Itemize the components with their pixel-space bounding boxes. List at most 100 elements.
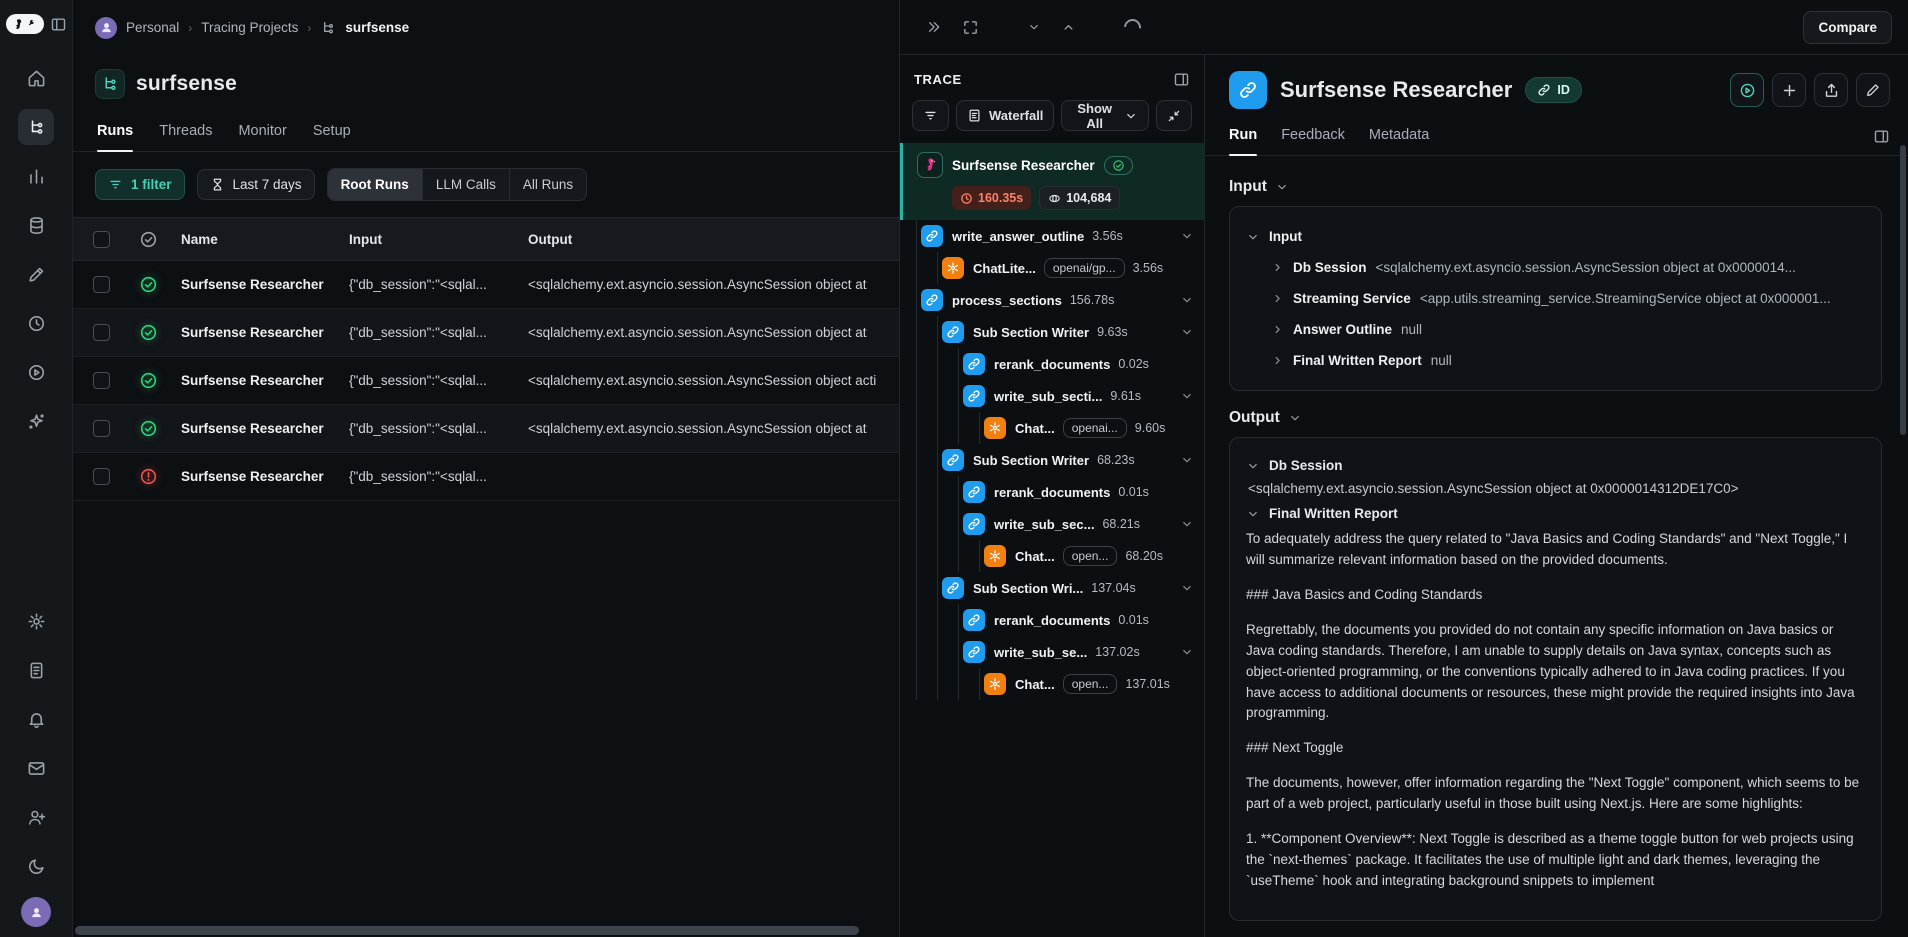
run-row[interactable]: Surfsense Researcher{"db_session":"<sqla… bbox=[73, 309, 899, 357]
copy-run-id-button[interactable]: ID bbox=[1525, 77, 1582, 103]
trace-node[interactable]: write_sub_secti...9.61s bbox=[900, 380, 1204, 412]
segment-root-runs[interactable]: Root Runs bbox=[328, 169, 423, 200]
vertical-scrollbar[interactable] bbox=[1900, 145, 1906, 435]
input-root-row[interactable]: Input bbox=[1246, 221, 1865, 252]
segment-llm-calls[interactable]: LLM Calls bbox=[423, 169, 510, 200]
trace-node[interactable]: rerank_documents0.01s bbox=[900, 604, 1204, 636]
split-panel-icon[interactable] bbox=[1873, 128, 1890, 155]
row-checkbox[interactable] bbox=[93, 468, 110, 485]
row-checkbox[interactable] bbox=[93, 372, 110, 389]
date-range-button[interactable]: Last 7 days bbox=[197, 169, 315, 200]
chain-node-icon bbox=[942, 577, 964, 599]
prev-run-icon[interactable] bbox=[1061, 20, 1076, 35]
trace-node[interactable]: write_sub_se...137.02s bbox=[900, 636, 1204, 668]
rail-playground-icon[interactable] bbox=[18, 354, 54, 390]
trace-node[interactable]: Sub Section Writer9.63s bbox=[900, 316, 1204, 348]
add-to-dataset-button[interactable] bbox=[1772, 73, 1806, 107]
user-avatar[interactable] bbox=[21, 897, 51, 927]
trace-node[interactable]: ChatLite...openai/gp...3.56s bbox=[900, 252, 1204, 284]
input-kv-row[interactable]: Final Written Reportnull bbox=[1246, 345, 1865, 376]
tab-setup[interactable]: Setup bbox=[313, 123, 351, 151]
tab-runs[interactable]: Runs bbox=[97, 123, 133, 151]
trace-node[interactable]: process_sections156.78s bbox=[900, 284, 1204, 316]
trace-node[interactable]: write_sub_sec...68.21s bbox=[900, 508, 1204, 540]
trace-filter-button[interactable] bbox=[912, 100, 949, 131]
details-tab-feedback[interactable]: Feedback bbox=[1281, 127, 1345, 155]
output-section-toggle[interactable]: Output bbox=[1229, 409, 1882, 427]
trace-root-node[interactable]: Surfsense Researcher 160.35s 104,684 bbox=[900, 143, 1204, 220]
chevron-down-icon[interactable] bbox=[1180, 229, 1194, 243]
org-avatar[interactable] bbox=[95, 17, 117, 39]
chevron-down-icon[interactable] bbox=[1180, 517, 1194, 531]
tree-guide bbox=[916, 636, 921, 668]
rail-tracing-projects-icon[interactable] bbox=[18, 109, 54, 145]
chevron-down-icon[interactable] bbox=[1180, 325, 1194, 339]
horizontal-scrollbar[interactable] bbox=[75, 926, 859, 935]
details-tab-run[interactable]: Run bbox=[1229, 127, 1257, 155]
annotate-button[interactable] bbox=[1856, 73, 1890, 107]
rail-notifications-icon[interactable] bbox=[18, 701, 54, 737]
rail-dashboards-icon[interactable] bbox=[18, 158, 54, 194]
rail-dark-mode-icon[interactable] bbox=[18, 848, 54, 884]
rail-invite-user-icon[interactable] bbox=[18, 799, 54, 835]
input-kv-row[interactable]: Streaming Service<app.utils.streaming_se… bbox=[1246, 283, 1865, 314]
trace-node[interactable]: Chat...open...68.20s bbox=[900, 540, 1204, 572]
breadcrumb-section[interactable]: Tracing Projects bbox=[201, 20, 298, 35]
rail-datasets-icon[interactable] bbox=[18, 207, 54, 243]
chevron-down-icon[interactable] bbox=[1180, 453, 1194, 467]
run-row[interactable]: Surfsense Researcher{"db_session":"<sqla… bbox=[73, 453, 899, 501]
breadcrumb-project[interactable]: surfsense bbox=[345, 20, 409, 35]
error-status-icon bbox=[139, 467, 181, 486]
run-row[interactable]: Surfsense Researcher{"db_session":"<sqla… bbox=[73, 261, 899, 309]
input-kv-row[interactable]: Db Session<sqlalchemy.ext.asyncio.sessio… bbox=[1246, 252, 1865, 283]
next-run-icon[interactable] bbox=[1027, 20, 1041, 34]
chevron-down-icon[interactable] bbox=[1180, 581, 1194, 595]
breadcrumb-org[interactable]: Personal bbox=[126, 20, 179, 35]
trace-node[interactable]: Sub Section Writer68.23s bbox=[900, 444, 1204, 476]
row-checkbox[interactable] bbox=[93, 420, 110, 437]
playground-run-button[interactable] bbox=[1730, 73, 1764, 107]
rail-home-icon[interactable] bbox=[18, 60, 54, 96]
rail-annotation-icon[interactable] bbox=[18, 256, 54, 292]
details-tab-metadata[interactable]: Metadata bbox=[1369, 127, 1429, 155]
select-all-checkbox[interactable] bbox=[93, 231, 110, 248]
rail-prompts-icon[interactable] bbox=[18, 403, 54, 439]
rail-settings-icon[interactable] bbox=[18, 603, 54, 639]
output-report-toggle[interactable]: Final Written Report bbox=[1246, 506, 1865, 521]
trace-node[interactable]: Sub Section Wri...137.04s bbox=[900, 572, 1204, 604]
tab-threads[interactable]: Threads bbox=[159, 123, 212, 151]
split-panel-icon[interactable] bbox=[1173, 71, 1190, 88]
invite-user-icon bbox=[27, 808, 46, 827]
langsmith-logo[interactable] bbox=[6, 14, 44, 34]
output-db-session-toggle[interactable]: Db Session bbox=[1246, 458, 1865, 473]
segment-all-runs[interactable]: All Runs bbox=[510, 169, 586, 200]
trace-node[interactable]: rerank_documents0.01s bbox=[900, 476, 1204, 508]
rail-usage-icon[interactable] bbox=[18, 305, 54, 341]
rail-docs-icon[interactable] bbox=[18, 652, 54, 688]
input-section-toggle[interactable]: Input bbox=[1229, 178, 1882, 196]
run-row[interactable]: Surfsense Researcher{"db_session":"<sqla… bbox=[73, 357, 899, 405]
tab-monitor[interactable]: Monitor bbox=[238, 123, 286, 151]
row-checkbox[interactable] bbox=[93, 324, 110, 341]
compare-button[interactable]: Compare bbox=[1803, 11, 1892, 44]
kv-value: <app.utils.streaming_service.StreamingSe… bbox=[1420, 291, 1831, 306]
fullscreen-icon[interactable] bbox=[962, 19, 979, 36]
trace-node[interactable]: Chat...open...137.01s bbox=[900, 668, 1204, 700]
filter-count-button[interactable]: 1 filter bbox=[95, 169, 185, 200]
show-all-dropdown[interactable]: Show All bbox=[1061, 100, 1149, 131]
run-row[interactable]: Surfsense Researcher{"db_session":"<sqla… bbox=[73, 405, 899, 453]
chevron-down-icon[interactable] bbox=[1180, 389, 1194, 403]
trace-node[interactable]: rerank_documents0.02s bbox=[900, 348, 1204, 380]
input-kv-row[interactable]: Answer Outlinenull bbox=[1246, 314, 1865, 345]
waterfall-button[interactable]: Waterfall bbox=[956, 100, 1054, 131]
row-checkbox[interactable] bbox=[93, 276, 110, 293]
rail-mail-icon[interactable] bbox=[18, 750, 54, 786]
trace-node[interactable]: write_answer_outline3.56s bbox=[900, 220, 1204, 252]
collapse-all-button[interactable] bbox=[1156, 100, 1192, 131]
collapse-sidebar-icon[interactable] bbox=[50, 16, 67, 33]
share-run-button[interactable] bbox=[1814, 73, 1848, 107]
chevron-down-icon[interactable] bbox=[1180, 645, 1194, 659]
expand-panel-icon[interactable] bbox=[926, 19, 942, 35]
trace-node[interactable]: Chat...openai...9.60s bbox=[900, 412, 1204, 444]
chevron-down-icon[interactable] bbox=[1180, 293, 1194, 307]
